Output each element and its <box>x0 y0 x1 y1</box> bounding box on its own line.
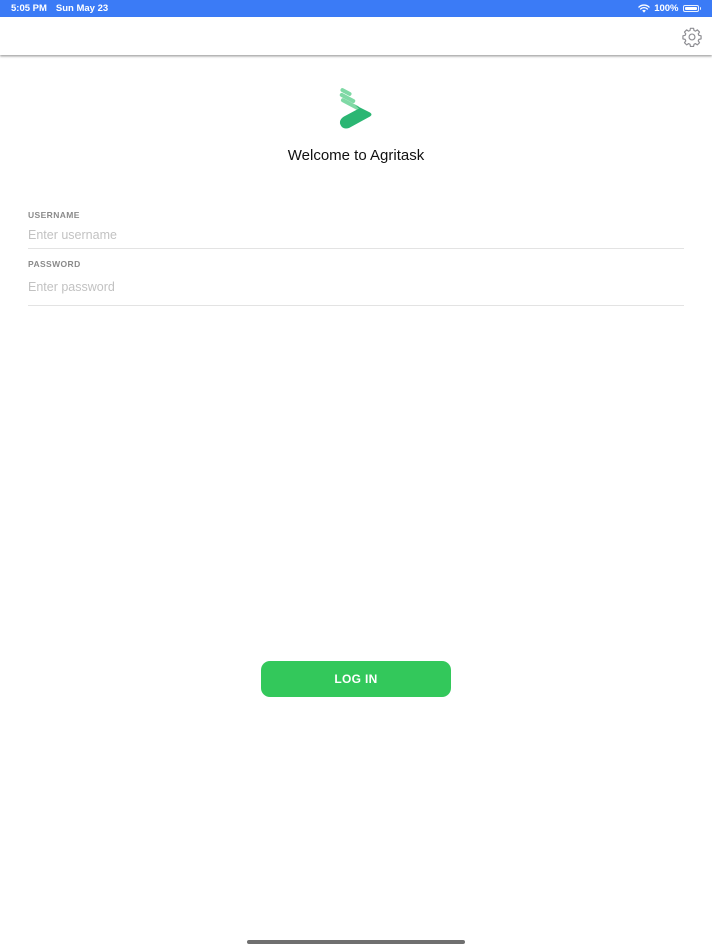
battery-body <box>682 5 699 12</box>
username-label: USERNAME <box>28 210 80 220</box>
settings-button[interactable] <box>681 26 703 48</box>
status-left: 5:05 PM Sun May 23 <box>11 3 108 14</box>
status-time: 5:05 PM <box>11 3 47 14</box>
password-divider <box>28 305 684 306</box>
battery-fill <box>684 7 697 10</box>
agritask-logo <box>335 88 377 132</box>
status-right: 100% <box>638 3 701 14</box>
home-indicator[interactable] <box>247 940 465 944</box>
password-label: PASSWORD <box>28 259 81 269</box>
gear-icon <box>681 26 703 48</box>
battery-tip <box>699 7 701 10</box>
login-screen: 5:05 PM Sun May 23 100% Welcome to Agrit… <box>0 0 712 950</box>
login-button[interactable]: LOG IN <box>261 661 451 697</box>
status-bar: 5:05 PM Sun May 23 100% <box>0 0 712 17</box>
battery-icon <box>682 5 701 12</box>
nav-bar <box>0 17 712 55</box>
username-divider <box>28 248 684 249</box>
welcome-title: Welcome to Agritask <box>287 147 425 164</box>
username-input[interactable] <box>28 223 684 247</box>
password-input[interactable] <box>28 275 684 299</box>
wifi-icon <box>638 4 650 13</box>
status-date: Sun May 23 <box>55 3 109 14</box>
battery-percent: 100% <box>654 3 679 14</box>
